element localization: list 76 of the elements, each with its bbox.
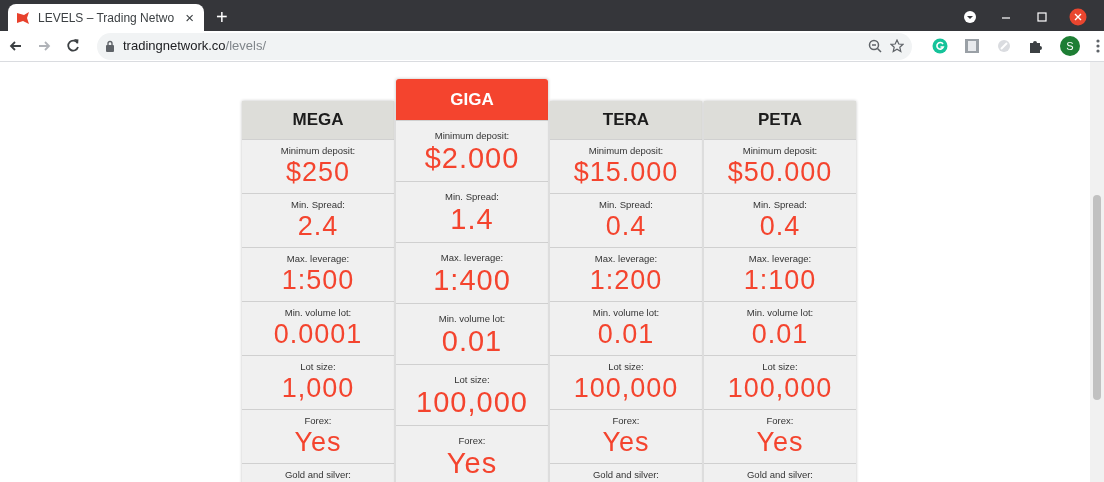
browser-tab[interactable]: LEVELS – Trading Netwo × bbox=[8, 4, 204, 31]
plan-name: PETA bbox=[704, 101, 856, 139]
feature-label: Min. volume lot: bbox=[592, 307, 660, 318]
feature-value: 1:500 bbox=[281, 264, 355, 296]
feature-value: 0.0001 bbox=[273, 318, 363, 350]
feature-value: 2.4 bbox=[297, 210, 339, 242]
feature-label: Min. volume lot: bbox=[746, 307, 814, 318]
feature-value: 1,000 bbox=[281, 372, 355, 404]
feature-value: 1:200 bbox=[589, 264, 663, 296]
plan-name: MEGA bbox=[242, 101, 394, 139]
feature-label: Max. leverage: bbox=[748, 253, 812, 264]
flag-icon bbox=[16, 10, 30, 25]
url-text: tradingnetwork.co/levels/ bbox=[123, 37, 268, 56]
feature-label: Lot size: bbox=[762, 361, 798, 372]
scrollbar[interactable] bbox=[1090, 62, 1104, 482]
feature-label: Lot size: bbox=[608, 361, 644, 372]
feature-value: $50.000 bbox=[727, 156, 833, 188]
feature-label: Lot size: bbox=[454, 374, 490, 385]
feature-value: 0.01 bbox=[441, 324, 503, 358]
feature-label: Minimum deposit: bbox=[434, 130, 510, 141]
close-icon bbox=[1069, 8, 1087, 26]
feature-value: 0.4 bbox=[605, 210, 647, 242]
feature-label: Min. volume lot: bbox=[438, 313, 506, 324]
reload-icon bbox=[64, 38, 81, 54]
feature-value: 100,000 bbox=[727, 372, 833, 404]
feature-label: Min. volume lot: bbox=[284, 307, 352, 318]
feature-label: Max. leverage: bbox=[440, 252, 504, 263]
puzzle-icon[interactable] bbox=[1028, 38, 1044, 54]
feature-label: Minimum deposit: bbox=[280, 145, 356, 156]
feature-label: Min. Spread: bbox=[291, 199, 345, 210]
menu-icon[interactable] bbox=[1096, 38, 1100, 54]
caret-icon bbox=[963, 10, 977, 24]
feature-label: Gold and silver: bbox=[593, 469, 659, 480]
feature-label: Gold and silver: bbox=[285, 469, 351, 480]
feature-value: 0.01 bbox=[751, 318, 809, 350]
feature-value: Yes bbox=[756, 426, 804, 458]
feature-value: $15.000 bbox=[573, 156, 679, 188]
feature-label: Minimum deposit: bbox=[742, 145, 818, 156]
feature-value: Yes bbox=[446, 446, 498, 480]
maximize-icon bbox=[1037, 12, 1047, 22]
extension-icon[interactable] bbox=[964, 38, 980, 54]
feature-value: 100,000 bbox=[573, 372, 679, 404]
feature-label: Min. Spread: bbox=[599, 199, 653, 210]
feature-value: 0.01 bbox=[597, 318, 655, 350]
feature-value: Yes bbox=[602, 426, 650, 458]
feature-label: Forex: bbox=[304, 415, 332, 426]
feature-label: Min. Spread: bbox=[753, 199, 807, 210]
address-bar[interactable]: tradingnetwork.co/levels/ bbox=[97, 32, 912, 60]
feature-label: Max. leverage: bbox=[286, 253, 350, 264]
feature-label: Forex: bbox=[458, 435, 486, 446]
tab-close-button[interactable]: × bbox=[183, 10, 196, 25]
profile-avatar[interactable]: S bbox=[1060, 36, 1080, 56]
feature-label: Min. Spread: bbox=[445, 191, 499, 202]
feature-value: 1.4 bbox=[450, 202, 494, 236]
feature-label: Max. leverage: bbox=[594, 253, 658, 264]
plan-name: GIGA bbox=[396, 79, 548, 120]
feature-value: Yes bbox=[294, 426, 342, 458]
feature-value: $2.000 bbox=[424, 141, 520, 175]
tab-title: LEVELS – Trading Netwo bbox=[38, 9, 176, 27]
plan-name: TERA bbox=[550, 101, 702, 139]
feature-label: Forex: bbox=[766, 415, 794, 426]
close-button[interactable] bbox=[1068, 7, 1088, 27]
zoom-out-icon[interactable] bbox=[868, 39, 882, 53]
scrollbar-thumb[interactable] bbox=[1093, 195, 1101, 400]
feature-value: $250 bbox=[285, 156, 351, 188]
feature-value: 0.4 bbox=[759, 210, 801, 242]
feature-value: 100,000 bbox=[416, 385, 528, 419]
feature-label: Minimum deposit: bbox=[588, 145, 664, 156]
feature-label: Gold and silver: bbox=[747, 469, 813, 480]
new-tab-button[interactable]: + bbox=[212, 7, 232, 27]
feature-label: Lot size: bbox=[300, 361, 336, 372]
feature-label: Forex: bbox=[612, 415, 640, 426]
feature-value: 1:400 bbox=[433, 263, 511, 297]
star-icon[interactable] bbox=[890, 39, 904, 53]
feature-value: 1:100 bbox=[743, 264, 817, 296]
lock-icon bbox=[105, 40, 115, 52]
